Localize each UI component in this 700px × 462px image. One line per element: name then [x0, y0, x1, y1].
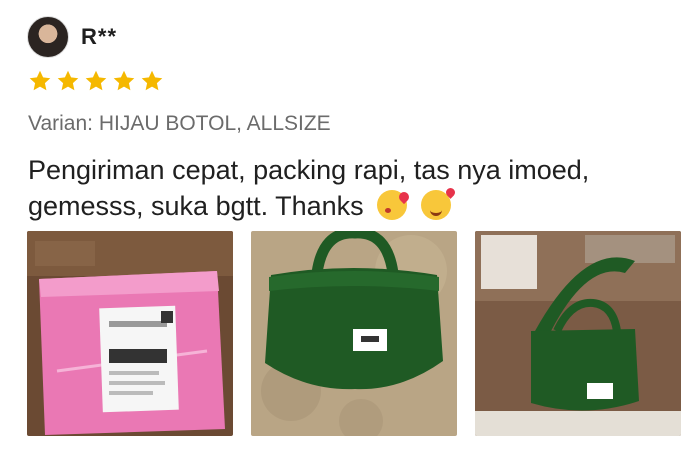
photo-green-bag-strap[interactable]: [475, 231, 681, 436]
star-rating: [28, 69, 164, 93]
username: R**: [81, 24, 118, 49]
star-icon: [57, 70, 79, 91]
green-bag-image: [251, 231, 457, 436]
star-icon: [113, 70, 135, 91]
review-text-block: Pengiriman cepat, packing rapi, tas nya …: [28, 152, 668, 224]
smiling-hearts-emoji-icon: [420, 190, 451, 220]
review-text: Pengiriman cepat, packing rapi, tas nya …: [28, 155, 590, 221]
avatar[interactable]: [27, 16, 69, 58]
review-header: R**: [27, 16, 117, 58]
star-icon: [29, 70, 51, 91]
star-icon: [141, 70, 163, 91]
photo-green-bag[interactable]: [251, 231, 457, 436]
green-bag-strap-image: [475, 231, 681, 436]
photo-pink-package[interactable]: [27, 231, 233, 436]
star-icon: [85, 70, 107, 91]
kissing-heart-emoji-icon: [377, 190, 408, 220]
review-photos: [27, 231, 681, 436]
pink-package-image: [27, 231, 233, 436]
variant-label: Varian: HIJAU BOTOL, ALLSIZE: [28, 112, 331, 135]
